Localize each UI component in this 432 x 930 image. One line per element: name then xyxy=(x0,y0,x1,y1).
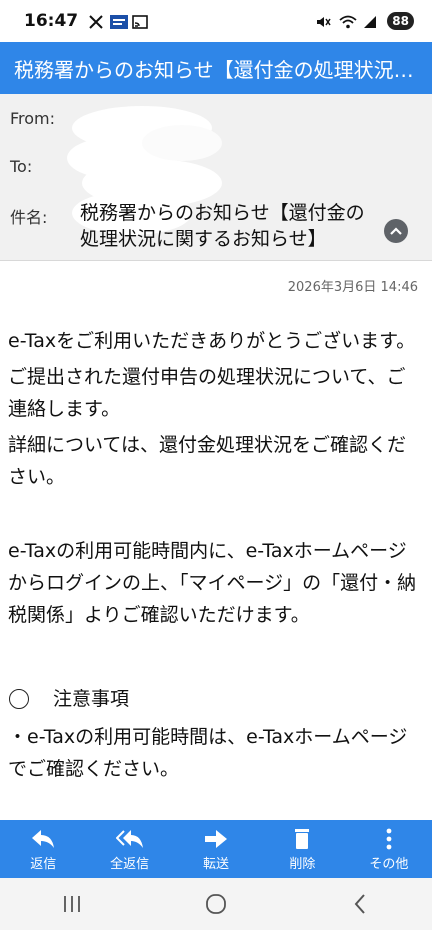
to-label: To: xyxy=(10,157,33,176)
reply-label: 返信 xyxy=(30,856,57,872)
home-icon xyxy=(206,894,226,914)
wifi-icon xyxy=(339,14,357,29)
back-button[interactable] xyxy=(340,884,380,924)
trash-icon xyxy=(295,828,310,849)
notice-item: ・e-Taxの利用可能時間は、e-Taxホームページでご確認ください。 xyxy=(8,726,408,780)
body-paragraph: e-Taxの利用可能時間内に、e-Taxホームページからログインの上、「マイペー… xyxy=(8,540,417,626)
x-app-icon xyxy=(88,14,104,29)
notice-heading-row: 注意事項 xyxy=(8,683,422,715)
delete-label: 削除 xyxy=(289,856,316,872)
forward-icon xyxy=(205,829,228,848)
reply-button[interactable]: 返信 xyxy=(0,820,86,878)
back-icon xyxy=(354,894,365,914)
circle-bullet-icon xyxy=(9,689,29,709)
more-button[interactable]: その他 xyxy=(346,820,432,878)
reply-all-button[interactable]: 全返信 xyxy=(86,820,172,878)
forward-label: 転送 xyxy=(203,856,230,872)
system-nav-bar xyxy=(0,878,432,930)
message-title: 税務署からのお知らせ【還付金の処理状況に関するお知らせ】 xyxy=(14,57,414,82)
recent-apps-button[interactable] xyxy=(52,884,92,924)
title-bar: 税務署からのお知らせ【還付金の処理状況に関するお知らせ】 xyxy=(0,42,432,94)
chevron-up-icon xyxy=(390,227,402,235)
collapse-header-button[interactable] xyxy=(384,219,408,243)
message-header: From: To: 件名: 税務署からのお知らせ【還付金の処理状況に関するお知ら… xyxy=(0,94,432,261)
signal-icon xyxy=(363,14,379,28)
action-bar: 返信 全返信 転送 削除 その他 xyxy=(0,820,432,878)
message-body: e-Taxをご利用いただきありがとうございます。 ご提出された還付申告の処理状況… xyxy=(8,325,422,789)
message-date: 2026年3月6日 14:46 xyxy=(287,280,418,295)
body-paragraph: ご提出された還付申告の処理状況について、ご連絡します。 xyxy=(8,366,406,420)
notice-heading: 注意事項 xyxy=(53,688,130,710)
subject-label: 件名: xyxy=(10,208,48,227)
reply-all-label: 全返信 xyxy=(110,856,150,872)
app-notification-icon xyxy=(110,14,129,29)
reply-icon xyxy=(32,829,55,848)
more-vert-icon xyxy=(386,828,392,849)
home-button[interactable] xyxy=(196,884,236,924)
subject-text: 税務署からのお知らせ【還付金の処理状況に関するお知らせ】 xyxy=(80,202,365,250)
status-time: 16:47 xyxy=(24,11,79,31)
status-bar: 16:47 88 xyxy=(0,0,432,42)
body-paragraph: e-Taxをご利用いただきありがとうございます。 xyxy=(8,330,416,352)
delete-button[interactable]: 削除 xyxy=(259,820,345,878)
more-label: その他 xyxy=(369,856,409,872)
from-label: From: xyxy=(10,109,56,128)
body-paragraph: 詳細については、還付金処理状況をご確認ください。 xyxy=(8,434,407,488)
reply-all-icon xyxy=(115,829,143,848)
forward-button[interactable]: 転送 xyxy=(173,820,259,878)
cast-icon xyxy=(132,14,148,29)
recent-apps-icon xyxy=(64,896,80,912)
mute-icon xyxy=(315,14,331,28)
battery-indicator: 88 xyxy=(387,12,414,30)
